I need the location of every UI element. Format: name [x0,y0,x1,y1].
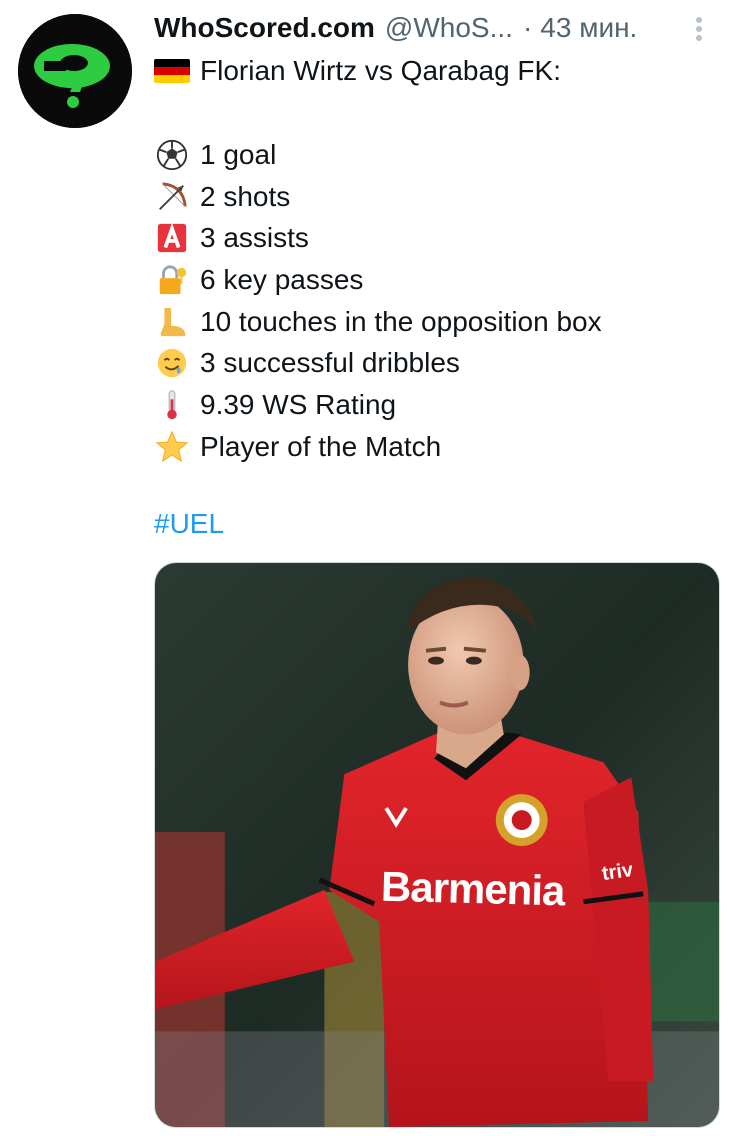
star-icon [154,429,190,465]
stat-assists: 3 assists [154,217,602,259]
letter-a-button-icon [154,220,190,256]
stat-text: 2 shots [200,180,291,212]
tweet-photo[interactable]: Barmenia triv [154,562,720,1128]
tweet-title: Florian Wirtz vs Qarabag FK: [154,52,561,90]
author-handle[interactable]: @WhoS... [385,12,513,44]
question-mark-icon [18,14,132,128]
stat-text: 9.39 WS Rating [200,388,397,420]
player-photo [155,563,719,1127]
germany-flag-icon [154,59,190,83]
stat-rating: 9.39 WS Rating [154,384,602,426]
stat-text: 10 touches in the opposition box [200,305,602,337]
stat-text: 3 successful dribbles [200,347,460,379]
author-name[interactable]: WhoScored.com [154,12,375,44]
stat-dribbles: 3 successful dribbles [154,342,602,384]
stat-text: 1 goal [200,138,277,170]
sleeve-text: triv [600,858,635,886]
stat-goals: 1 goal [154,134,602,176]
tweet-timestamp[interactable]: 43 мин. [540,12,637,44]
bow-and-arrow-icon [154,179,190,215]
hashtag-link[interactable]: #UEL [154,508,224,540]
stats-list: 1 goal 2 shots 3 assists 6 key passes 10… [154,134,602,468]
author-avatar[interactable] [18,14,132,128]
drooling-face-icon [154,345,190,381]
locked-with-key-icon [154,262,190,298]
sponsor-text: Barmenia [380,862,566,915]
tweet-header: WhoScored.com @WhoS... · 43 мин. [154,10,712,46]
more-options-icon[interactable] [686,12,712,46]
stat-key-passes: 6 key passes [154,259,602,301]
foot-icon [154,304,190,340]
soccer-ball-icon [154,137,190,173]
stat-text: 6 key passes [200,263,364,295]
stat-motm: Player of the Match [154,426,602,468]
separator-dot: · [522,12,533,43]
thermometer-icon [154,387,190,423]
stat-text: 3 assists [200,222,309,254]
stat-shots: 2 shots [154,176,602,218]
stat-touches: 10 touches in the opposition box [154,301,602,343]
title-text: Florian Wirtz vs Qarabag FK: [200,55,561,86]
stat-text: Player of the Match [200,430,442,462]
